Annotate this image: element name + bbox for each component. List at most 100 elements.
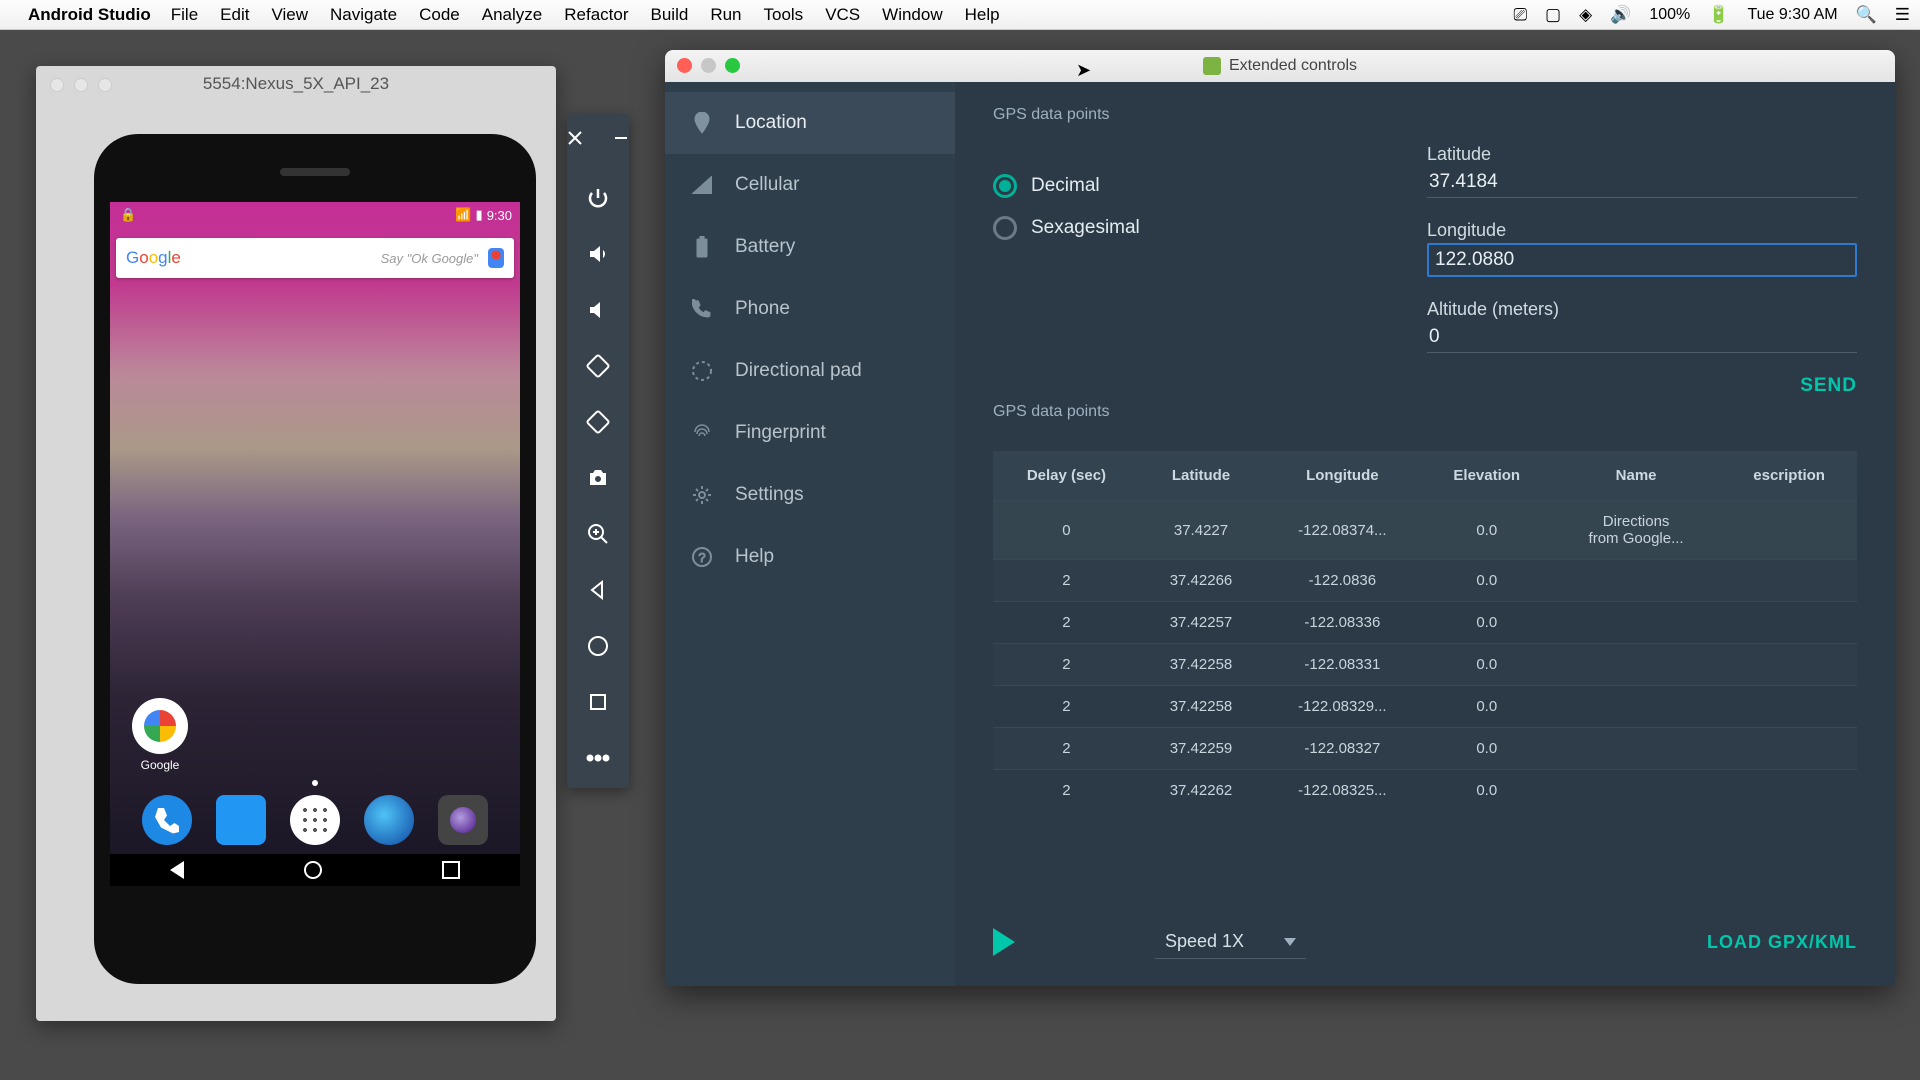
menu-build[interactable]: Build	[651, 5, 689, 25]
longitude-input[interactable]	[1427, 243, 1857, 277]
sidebar-item-settings[interactable]: Settings	[665, 464, 955, 526]
close-icon[interactable]	[561, 124, 589, 152]
lock-icon: 🔒	[120, 207, 136, 223]
battery-icon[interactable]: 🔋	[1708, 5, 1729, 25]
macos-menubar: Android Studio File Edit View Navigate C…	[0, 0, 1920, 30]
overview-icon[interactable]	[584, 688, 612, 716]
send-button[interactable]: SEND	[1800, 375, 1857, 397]
speed-select[interactable]: Speed 1X	[1155, 925, 1306, 959]
table-row[interactable]: 037.4227-122.08374...0.0Directions from …	[993, 501, 1857, 560]
airplay-icon[interactable]: ▢	[1545, 5, 1561, 25]
table-row[interactable]: 237.42259-122.083270.0	[993, 728, 1857, 770]
rotate-right-icon[interactable]	[584, 408, 612, 436]
google-search-bar[interactable]: Google Say "Ok Google"	[116, 238, 514, 278]
menu-navigate[interactable]: Navigate	[330, 5, 397, 25]
col-longitude[interactable]: Longitude	[1262, 451, 1422, 501]
app-name[interactable]: Android Studio	[28, 5, 151, 25]
power-icon[interactable]	[584, 184, 612, 212]
sidebar-item-phone[interactable]: Phone	[665, 278, 955, 340]
menu-analyze[interactable]: Analyze	[482, 5, 542, 25]
screenshot-icon[interactable]	[584, 464, 612, 492]
menu-help[interactable]: Help	[965, 5, 1000, 25]
mic-icon[interactable]	[488, 248, 504, 268]
more-icon[interactable]	[584, 744, 612, 772]
home-icon[interactable]	[584, 632, 612, 660]
screencast-icon[interactable]: ⎚	[1513, 5, 1527, 25]
radio-sexagesimal[interactable]: Sexagesimal	[993, 216, 1140, 240]
table-cell: -122.08374...	[1262, 501, 1422, 560]
battery-icon	[691, 236, 713, 258]
emulator-window: 5554:Nexus_5X_API_23 🔒 📶 ▮ 9:30 Google S…	[36, 66, 556, 1021]
android-icon	[1203, 57, 1221, 75]
sidebar-item-cellular[interactable]: Cellular	[665, 154, 955, 216]
phone-app-icon[interactable]	[142, 795, 192, 845]
load-gpx-button[interactable]: LOAD GPX/KML	[1707, 932, 1857, 953]
device-screen[interactable]: 🔒 📶 ▮ 9:30 Google Say "Ok Google" Google	[110, 202, 520, 886]
col-description[interactable]: escription	[1721, 451, 1857, 501]
nav-back-icon[interactable]	[170, 861, 184, 879]
app-drawer-icon[interactable]	[290, 795, 340, 845]
back-icon[interactable]	[584, 576, 612, 604]
menu-vcs[interactable]: VCS	[825, 5, 860, 25]
table-cell	[1551, 728, 1721, 770]
minimize-icon[interactable]	[607, 124, 635, 152]
wifi-icon[interactable]: ◈	[1579, 5, 1592, 25]
menu-view[interactable]: View	[271, 5, 308, 25]
table-row[interactable]: 237.42262-122.08325...0.0	[993, 770, 1857, 812]
google-folder-icon[interactable]	[132, 698, 188, 754]
radio-icon	[993, 216, 1017, 240]
table-row[interactable]: 237.42258-122.08329...0.0	[993, 686, 1857, 728]
zoom-icon[interactable]	[584, 520, 612, 548]
emulator-titlebar[interactable]: 5554:Nexus_5X_API_23	[36, 66, 556, 102]
menu-code[interactable]: Code	[419, 5, 460, 25]
col-name[interactable]: Name	[1551, 451, 1721, 501]
sidebar-item-help[interactable]: ?Help	[665, 526, 955, 588]
extended-controls-titlebar[interactable]: Extended controls	[665, 50, 1895, 82]
sidebar-item-fingerprint[interactable]: Fingerprint	[665, 402, 955, 464]
menu-tools[interactable]: Tools	[764, 5, 804, 25]
table-cell	[1721, 770, 1857, 812]
altitude-label: Altitude (meters)	[1427, 299, 1857, 320]
col-delay[interactable]: Delay (sec)	[993, 451, 1140, 501]
nav-recents-icon[interactable]	[442, 861, 460, 879]
col-latitude[interactable]: Latitude	[1140, 451, 1262, 501]
latitude-input[interactable]	[1427, 167, 1857, 198]
table-cell: 0.0	[1423, 644, 1551, 686]
table-row[interactable]: 237.42257-122.083360.0	[993, 602, 1857, 644]
menubar-clock[interactable]: Tue 9:30 AM	[1747, 6, 1837, 24]
window-traffic-lights[interactable]	[50, 78, 112, 92]
col-elevation[interactable]: Elevation	[1423, 451, 1551, 501]
sidebar-item-battery[interactable]: Battery	[665, 216, 955, 278]
table-cell: -122.08329...	[1262, 686, 1422, 728]
volume-up-icon[interactable]	[584, 240, 612, 268]
play-button[interactable]	[993, 928, 1015, 956]
sidebar-item-label: Location	[735, 112, 807, 134]
menu-refactor[interactable]: Refactor	[564, 5, 628, 25]
menu-run[interactable]: Run	[710, 5, 741, 25]
radio-decimal[interactable]: Decimal	[993, 174, 1140, 198]
dpad-icon	[691, 360, 713, 382]
table-cell: 0.0	[1423, 560, 1551, 602]
browser-app-icon[interactable]	[364, 795, 414, 845]
volume-icon[interactable]: 🔊	[1610, 5, 1631, 25]
table-row[interactable]: 237.42258-122.083310.0	[993, 644, 1857, 686]
table-row[interactable]: 237.42266-122.08360.0	[993, 560, 1857, 602]
volume-down-icon[interactable]	[584, 296, 612, 324]
nav-home-icon[interactable]	[304, 861, 322, 879]
menu-edit[interactable]: Edit	[220, 5, 249, 25]
sidebar-item-label: Directional pad	[735, 360, 862, 382]
messages-app-icon[interactable]	[216, 795, 266, 845]
rotate-left-icon[interactable]	[584, 352, 612, 380]
menu-list-icon[interactable]: ☰	[1895, 5, 1910, 25]
sidebar-item-dpad[interactable]: Directional pad	[665, 340, 955, 402]
sidebar-item-location[interactable]: Location	[665, 92, 955, 154]
window-traffic-lights[interactable]	[677, 58, 740, 73]
sidebar-item-label: Phone	[735, 298, 790, 320]
altitude-input[interactable]	[1427, 322, 1857, 353]
gps-section-header: GPS data points	[993, 106, 1857, 124]
camera-app-icon[interactable]	[438, 795, 488, 845]
menu-window[interactable]: Window	[882, 5, 942, 25]
chevron-down-icon	[1284, 938, 1296, 946]
menu-file[interactable]: File	[171, 5, 198, 25]
spotlight-icon[interactable]: 🔍	[1856, 5, 1877, 25]
